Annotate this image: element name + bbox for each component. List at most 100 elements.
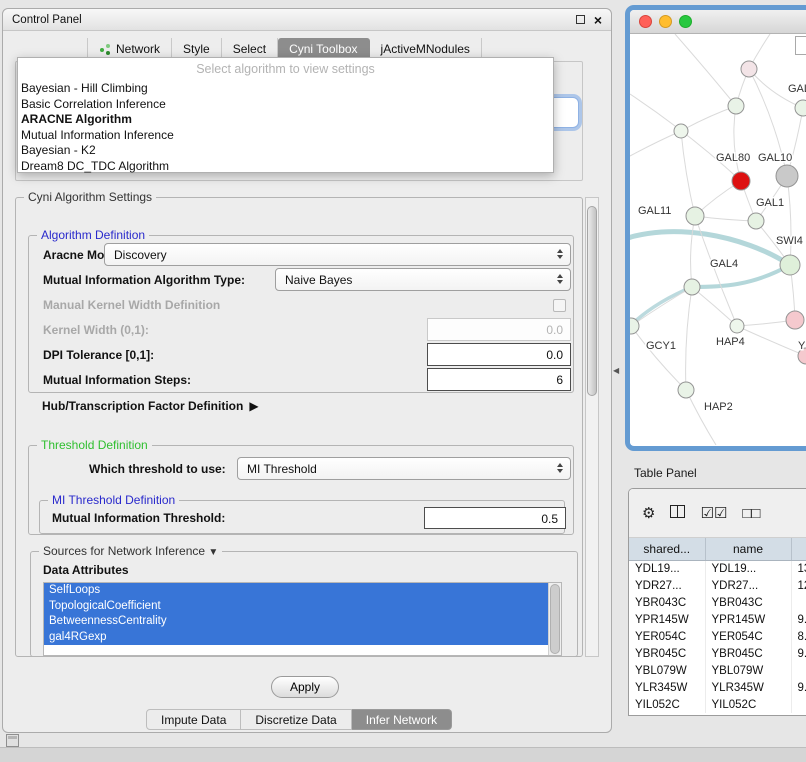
tab-style[interactable]: Style [172,38,222,59]
table-cell[interactable] [791,594,806,611]
network-canvas[interactable]: GAL8GAL80GAL10GAL11GAL1SWI4GAL4GCY1HAP4H… [630,34,806,445]
collapse-down-icon[interactable]: ▼ [208,547,218,558]
tab-select[interactable]: Select [222,38,278,59]
float-window-icon[interactable] [576,15,585,24]
data-attributes-list[interactable]: SelfLoopsTopologicalCoefficientBetweenne… [43,582,562,656]
manual-kernel-width-checkbox[interactable] [553,299,566,312]
settings-scrollbar[interactable] [585,197,599,657]
attributes-list-scrollbar[interactable] [548,583,561,655]
network-edge[interactable] [675,34,736,106]
network-edge[interactable] [686,287,692,390]
table-cell[interactable] [791,696,806,713]
network-window-titlebar[interactable] [630,10,806,34]
mi-algorithm-type-select[interactable]: Naive Bayes [275,268,571,291]
algorithm-menu-item-basic-correlation-inference[interactable]: Basic Correlation Inference [18,97,553,113]
table-cell[interactable]: YDL19... [629,560,705,577]
column-header-shared[interactable]: shared... [629,538,705,560]
network-node[interactable] [678,382,694,398]
tab-jactivemnodules[interactable]: jActiveMNodules [370,38,482,59]
settings-gear-icon[interactable]: ⚙ [642,506,655,521]
table-cell[interactable]: YBR043C [705,594,791,611]
tab-cyni-toolbox[interactable]: Cyni Toolbox [278,38,369,59]
close-icon[interactable]: × [594,13,602,27]
network-edge[interactable] [691,216,695,287]
network-edge[interactable] [737,326,806,356]
network-node[interactable] [748,213,764,229]
column-header-name[interactable]: name [705,538,791,560]
network-node[interactable] [674,124,688,138]
network-edge[interactable] [787,176,791,265]
data-attribute-item-gal4rgexp[interactable]: gal4RGexp [44,630,548,646]
table-cell[interactable]: YBL079W [629,662,705,679]
network-node[interactable] [730,319,744,333]
table-cell[interactable]: 13 [791,560,806,577]
network-node[interactable] [684,279,700,295]
data-attribute-item-selfloops[interactable]: SelfLoops [44,583,548,599]
table-cell[interactable]: 9. [791,679,806,696]
table-cell[interactable]: YPR145W [629,611,705,628]
table-row[interactable]: YDL19...YDL19...13 [629,560,806,577]
table-cell[interactable]: YLR345W [629,679,705,696]
kernel-width-input[interactable]: 0.0 [427,318,571,341]
network-edge[interactable] [630,131,681,156]
algorithm-menu-item-bayesian-k2[interactable]: Bayesian - K2 [18,143,553,159]
table-cell[interactable]: YDL19... [705,560,791,577]
table-row[interactable]: YPR145WYPR145W9. [629,611,806,628]
table-cell[interactable]: YBR045C [629,645,705,662]
table-row[interactable]: YBL079WYBL079W [629,662,806,679]
table-row[interactable]: YLR345WYLR345W9. [629,679,806,696]
control-panel-titlebar[interactable]: Control Panel × [3,9,611,31]
network-node[interactable] [786,311,804,329]
splitpane-collapse-icon[interactable]: ◀ [613,366,619,375]
unchecked-columns-icon[interactable]: □□ [742,506,760,521]
table-cell[interactable]: 9. [791,645,806,662]
network-canvas-svg[interactable]: GAL8GAL80GAL10GAL11GAL1SWI4GAL4GCY1HAP4H… [630,34,806,445]
close-traffic-light[interactable] [639,15,652,28]
network-node[interactable] [795,100,806,116]
table-cell[interactable]: YBR043C [629,594,705,611]
table-row[interactable]: YBR045CYBR045C9. [629,645,806,662]
algorithm-menu-item-aracne-algorithm[interactable]: ARACNE Algorithm [18,112,553,128]
network-edge[interactable] [631,287,692,326]
network-node[interactable] [780,255,800,275]
minimize-traffic-light[interactable] [659,15,672,28]
network-edge[interactable] [686,390,716,445]
scrollbar-thumb[interactable] [587,206,597,396]
mi-steps-input[interactable]: 6 [427,368,571,391]
network-edge[interactable] [695,216,737,326]
table-cell[interactable] [791,662,806,679]
bottom-tab-discretize-data[interactable]: Discretize Data [241,709,351,730]
birdseye-view[interactable] [795,36,806,55]
bottom-tab-impute-data[interactable]: Impute Data [146,709,241,730]
table-cell[interactable]: YER054C [629,628,705,645]
table-cell[interactable]: 9. [791,611,806,628]
table-cell[interactable]: YLR345W [705,679,791,696]
aracne-mode-select[interactable]: Discovery [104,243,571,266]
dpi-tolerance-input[interactable]: 0.0 [427,343,571,366]
network-node[interactable] [732,172,750,190]
network-edge[interactable] [692,287,737,326]
algorithm-menu-item-mutual-information-inference[interactable]: Mutual Information Inference [18,128,553,144]
expand-right-icon[interactable]: ▶ [249,399,258,413]
network-node[interactable] [728,98,744,114]
hub-transcription-section-header[interactable]: Hub/Transcription Factor Definition▶ [42,399,259,413]
table-cell[interactable]: YBL079W [705,662,791,679]
network-node[interactable] [776,165,798,187]
table-cell[interactable]: 8. [791,628,806,645]
checked-columns-icon[interactable]: ☑☑ [700,506,727,521]
network-edge[interactable] [631,326,686,390]
table-cell[interactable]: 12 [791,577,806,594]
add-column-icon[interactable] [670,505,685,521]
table-cell[interactable]: YDR27... [629,577,705,594]
network-edge[interactable] [734,106,741,181]
table-cell[interactable]: YBR045C [705,645,791,662]
data-attribute-item-topologicalcoefficient[interactable]: TopologicalCoefficient [44,599,548,615]
algorithm-menu-item-dream8-dc-tdc-algorithm[interactable]: Dream8 DC_TDC Algorithm [18,159,553,175]
apply-button[interactable]: Apply [271,676,339,698]
network-edge[interactable] [681,131,695,216]
table-row[interactable]: YIL052CYIL052C [629,696,806,713]
table-cell[interactable]: YIL052C [705,696,791,713]
network-node[interactable] [686,207,704,225]
table-cell[interactable]: YPR145W [705,611,791,628]
table-cell[interactable]: YDR27... [705,577,791,594]
